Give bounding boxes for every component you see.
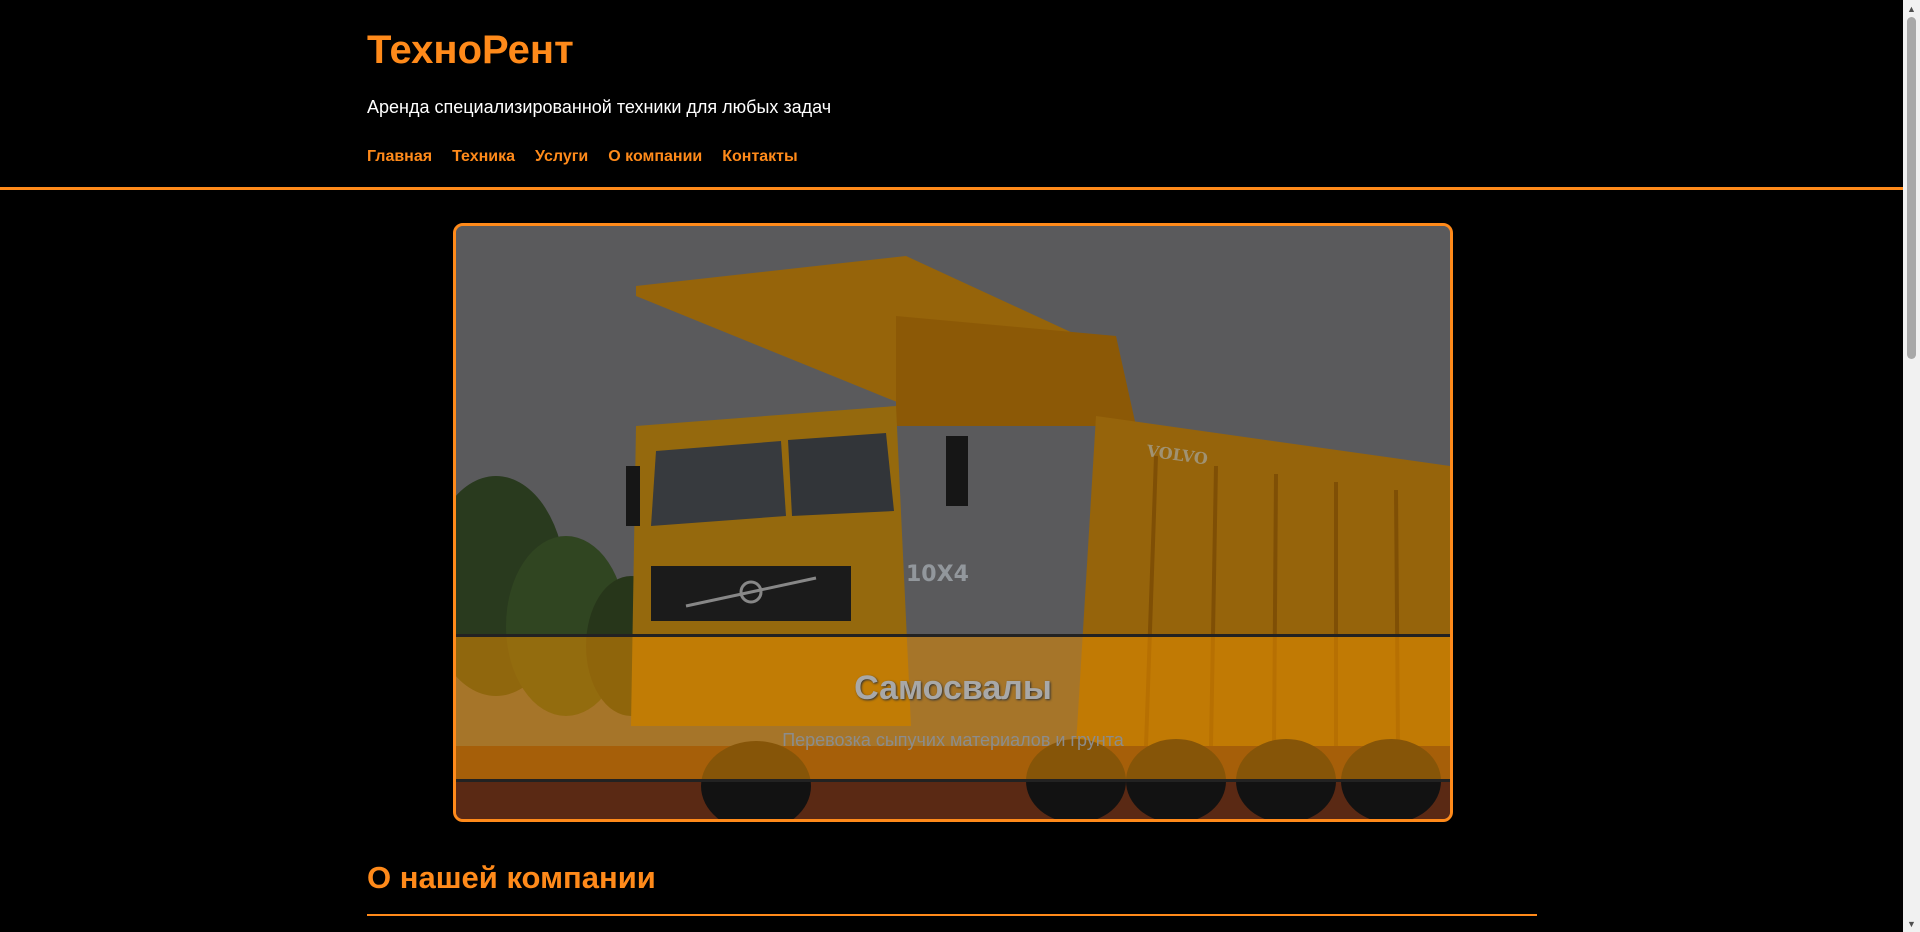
nav-link-equipment[interactable]: Техника bbox=[452, 148, 515, 166]
page-scrollbar[interactable]: ▲ ▼ bbox=[1903, 0, 1920, 932]
site-tagline: Аренда специализированной техники для лю… bbox=[367, 97, 832, 117]
scroll-up-arrow-icon[interactable]: ▲ bbox=[1903, 0, 1920, 17]
slide-subtitle: Перевозка сыпучих материалов и грунта bbox=[782, 730, 1124, 750]
slide-caption: Самосвалы Перевозка сыпучих материалов и… bbox=[456, 634, 1450, 782]
nav-link-home[interactable]: Главная bbox=[367, 148, 432, 166]
site-header: ТехноРент Аренда специализированной техн… bbox=[0, 0, 1903, 190]
nav-link-services[interactable]: Услуги bbox=[535, 148, 588, 166]
scrollbar-thumb[interactable] bbox=[1907, 17, 1916, 359]
page: ТехноРент Аренда специализированной техн… bbox=[0, 0, 1903, 932]
site-title[interactable]: ТехноРент bbox=[367, 28, 574, 73]
nav-link-contacts[interactable]: Контакты bbox=[722, 148, 797, 166]
hero-slider[interactable]: VOLVO 10X4 Самосвалы Перевозка сыпучих м… bbox=[453, 223, 1453, 822]
about-section-title: О нашей компании bbox=[367, 860, 656, 895]
about-section-divider bbox=[367, 914, 1537, 916]
main-nav: Главная Техника Услуги О компании Контак… bbox=[367, 148, 798, 166]
nav-link-about[interactable]: О компании bbox=[608, 148, 702, 166]
scroll-down-arrow-icon[interactable]: ▼ bbox=[1903, 915, 1920, 932]
slide-title: Самосвалы bbox=[854, 669, 1052, 707]
